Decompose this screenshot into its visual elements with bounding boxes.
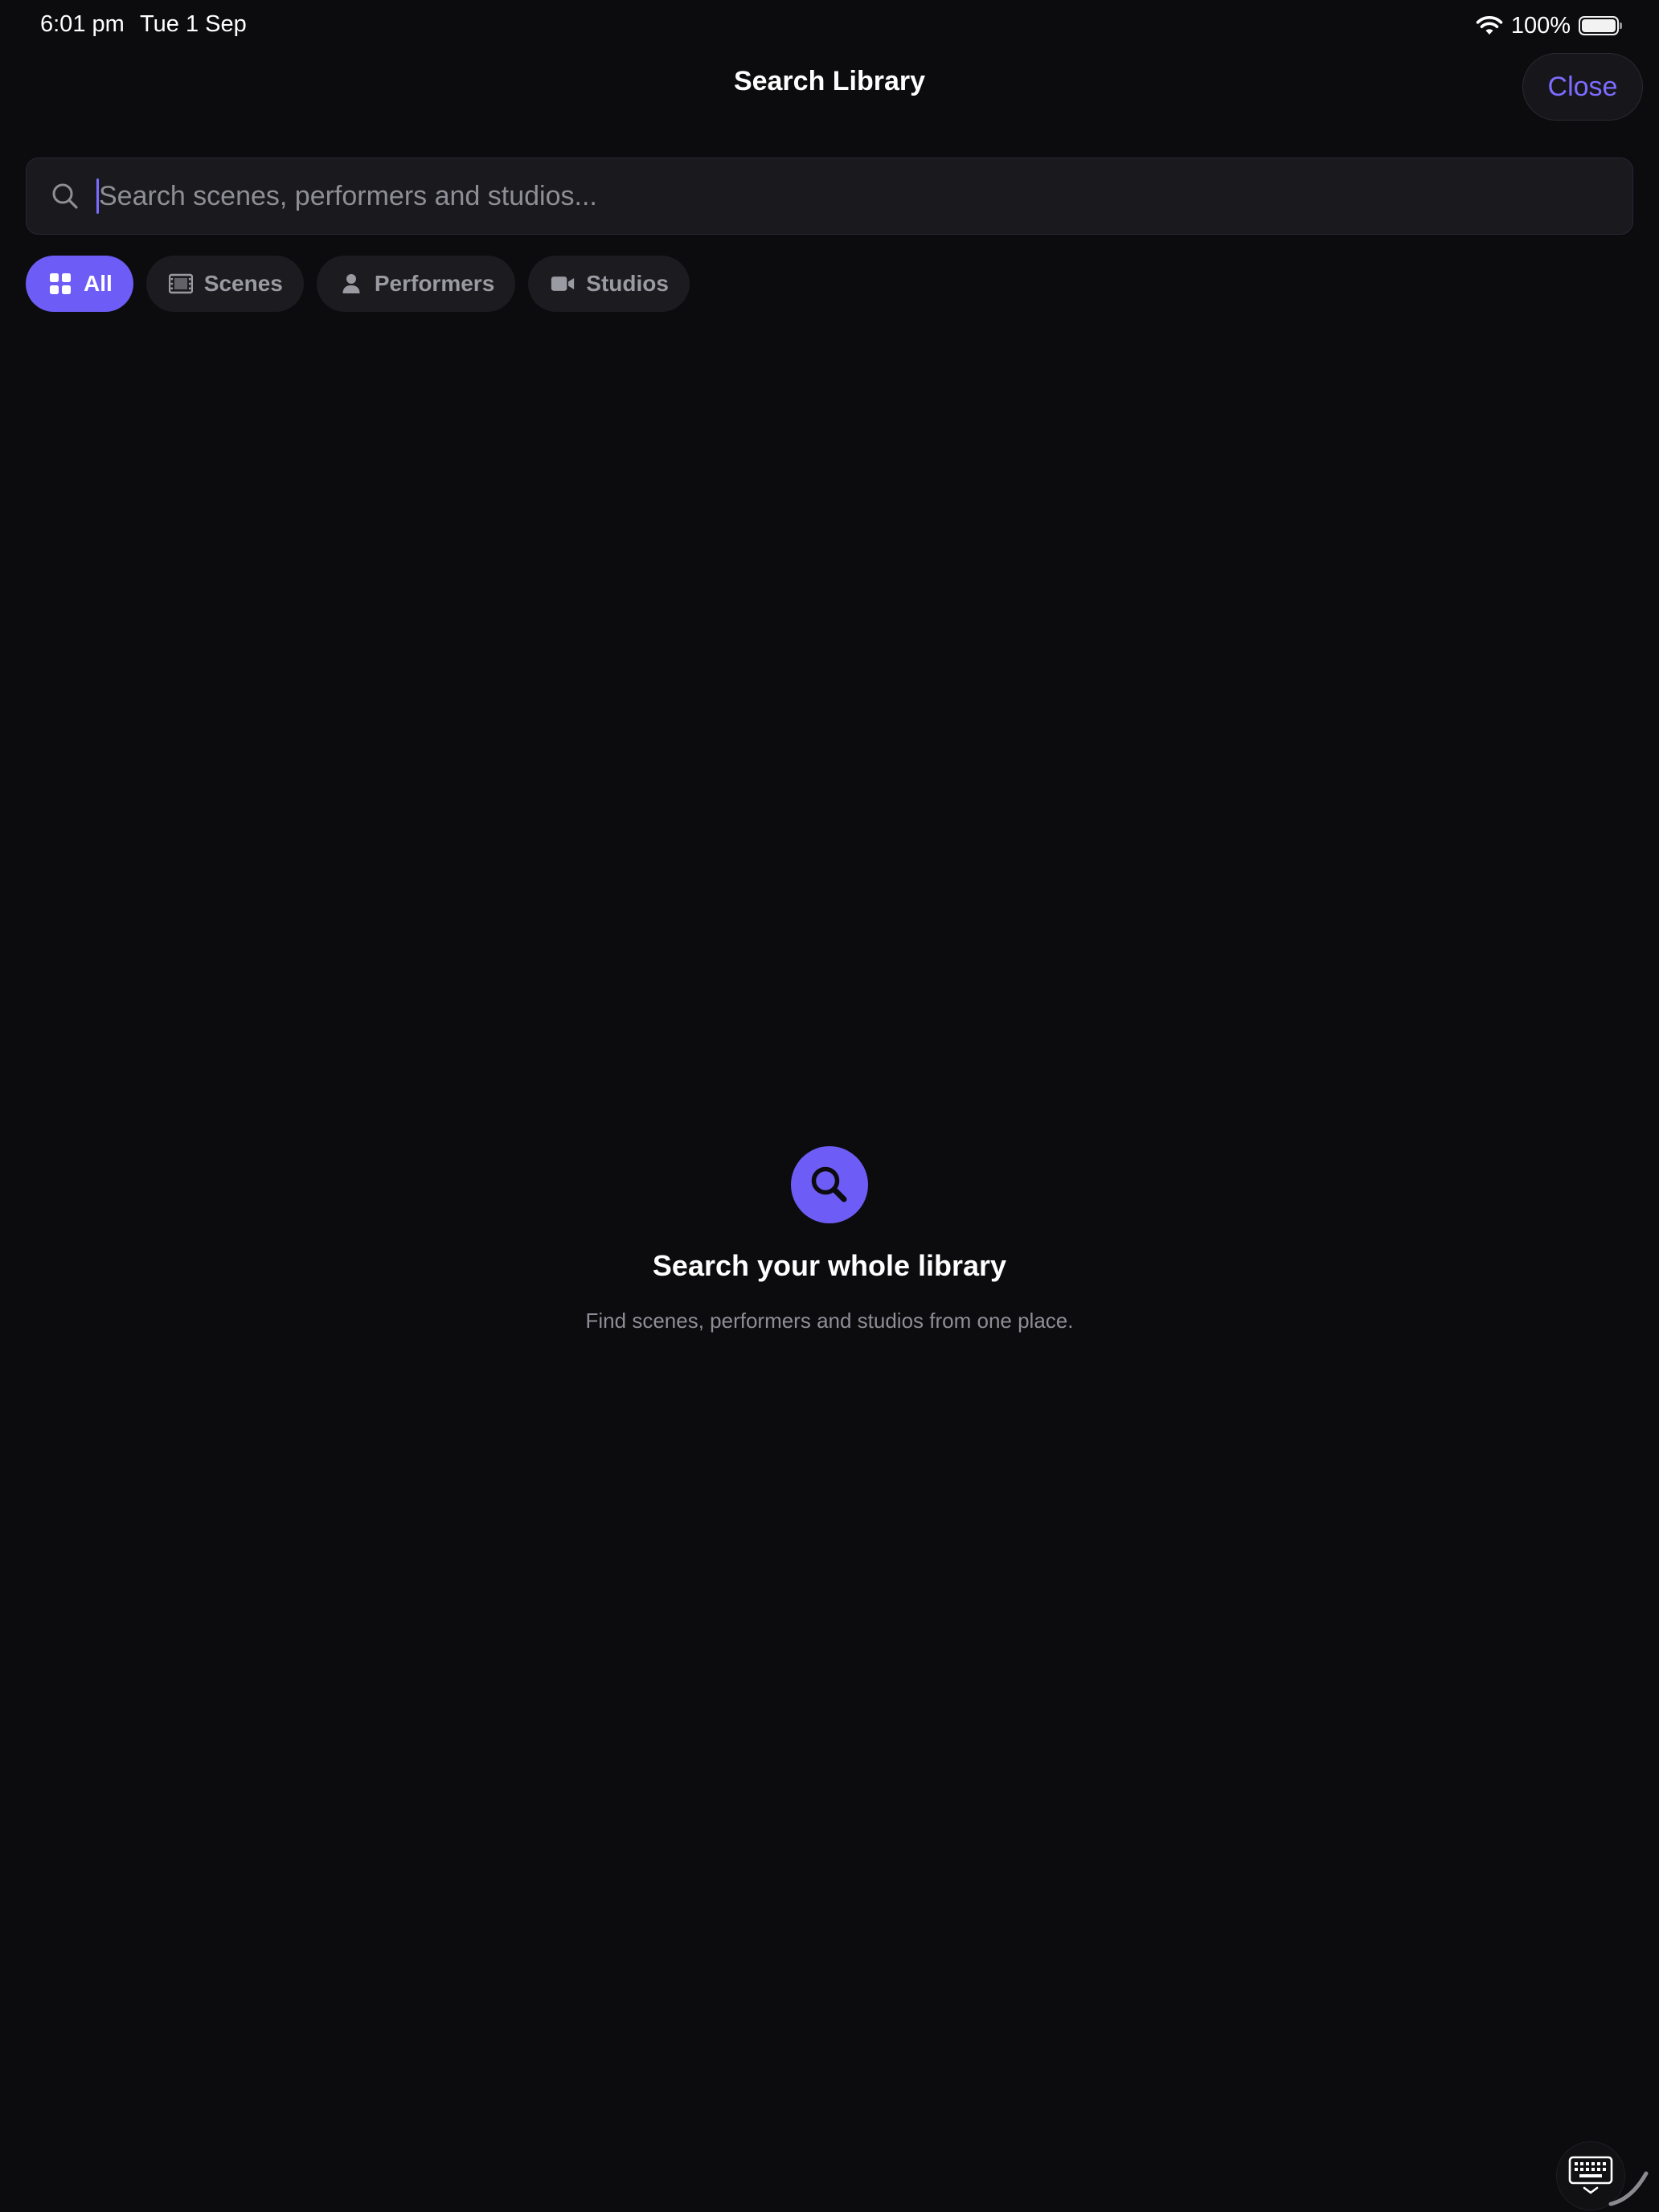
- text-caret: [96, 178, 99, 214]
- video-camera-icon: [551, 272, 575, 296]
- empty-state-title: Search your whole library: [652, 1249, 1007, 1282]
- film-icon: [168, 272, 193, 296]
- filter-chip-label: All: [84, 271, 113, 296]
- scroll-indicator-arc: [1608, 2171, 1649, 2206]
- filter-chip-label: Scenes: [203, 271, 283, 296]
- filter-chip-scenes[interactable]: Scenes: [145, 256, 304, 312]
- search-icon: [49, 180, 81, 212]
- keyboard-dismiss-icon: [1568, 2156, 1613, 2194]
- search-field[interactable]: [26, 158, 1633, 235]
- search-library-screen: 6:01 pm Tue 1 Sep 100% Search Library Cl…: [0, 0, 1659, 2212]
- search-input[interactable]: [97, 171, 1613, 221]
- filter-chips: All Scenes Performers Studios: [26, 256, 690, 312]
- wifi-icon: [1476, 16, 1503, 35]
- filter-chip-performers[interactable]: Performers: [316, 256, 516, 312]
- status-indicators: 100%: [1476, 11, 1622, 40]
- filter-chip-studios[interactable]: Studios: [528, 256, 690, 312]
- empty-state-search-icon: [791, 1146, 868, 1223]
- person-icon: [339, 272, 363, 296]
- battery-percentage: 100%: [1510, 12, 1571, 39]
- filter-chip-label: Studios: [586, 271, 669, 296]
- filter-chip-all[interactable]: All: [26, 256, 133, 312]
- empty-state-subtitle: Find scenes, performers and studios from…: [585, 1309, 1074, 1333]
- grid-icon: [48, 272, 72, 296]
- page-title: Search Library: [733, 66, 926, 96]
- status-time: 6:01 pm: [40, 11, 125, 37]
- status-date: Tue 1 Sep: [140, 11, 247, 37]
- close-button[interactable]: Close: [1522, 53, 1643, 121]
- filter-chip-label: Performers: [374, 271, 495, 296]
- battery-icon: [1579, 16, 1622, 35]
- status-bar: 6:01 pm Tue 1 Sep 100%: [0, 0, 1659, 51]
